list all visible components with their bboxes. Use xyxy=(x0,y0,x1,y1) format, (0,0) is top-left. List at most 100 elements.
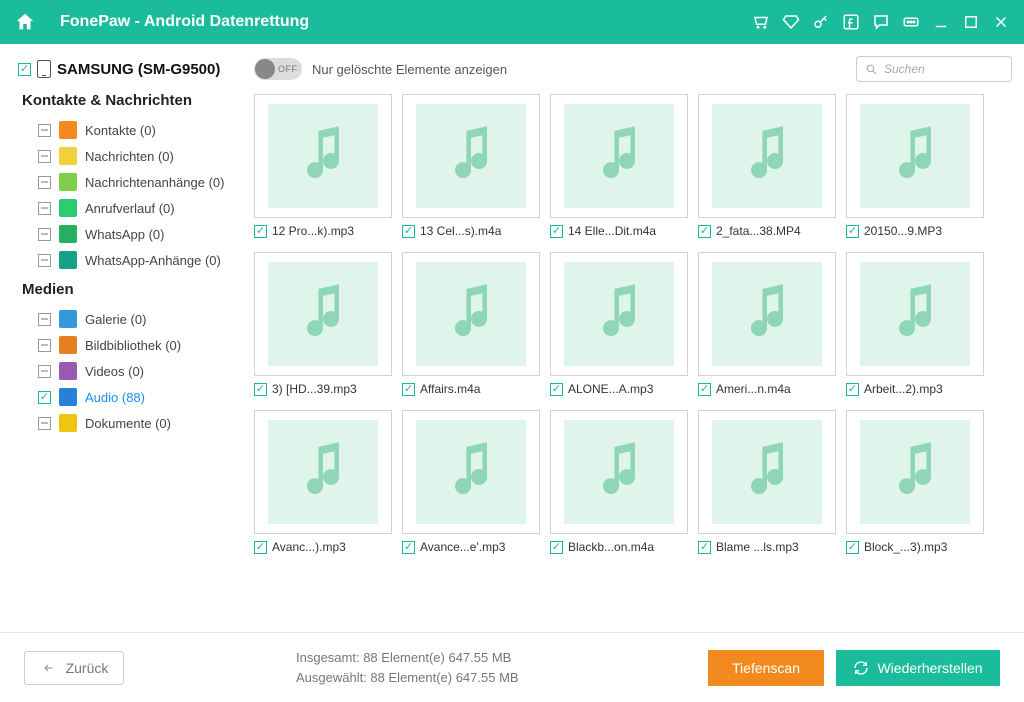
key-icon[interactable] xyxy=(812,13,830,31)
file-checkbox[interactable] xyxy=(698,541,711,554)
sidebar-item[interactable]: Galerie (0) xyxy=(18,306,240,332)
file-item[interactable]: Avanc...).mp3 xyxy=(254,410,392,554)
deepscan-button[interactable]: Tiefenscan xyxy=(708,650,824,686)
facebook-icon[interactable] xyxy=(842,13,860,31)
file-name: 20150...9.MP3 xyxy=(864,224,942,238)
file-item[interactable]: 20150...9.MP3 xyxy=(846,94,984,238)
file-checkbox[interactable] xyxy=(254,541,267,554)
item-checkbox[interactable] xyxy=(38,176,51,189)
item-checkbox[interactable] xyxy=(38,254,51,267)
feedback-icon[interactable] xyxy=(872,13,890,31)
sidebar-item[interactable]: Nachrichtenanhänge (0) xyxy=(18,169,240,195)
file-item[interactable]: 13 Cel...s).m4a xyxy=(402,94,540,238)
file-checkbox[interactable] xyxy=(402,383,415,396)
file-thumbnail[interactable] xyxy=(254,410,392,534)
close-icon[interactable] xyxy=(992,13,1010,31)
file-thumbnail[interactable] xyxy=(550,410,688,534)
file-thumbnail[interactable] xyxy=(698,94,836,218)
file-thumbnail[interactable] xyxy=(846,252,984,376)
file-item[interactable]: 2_fata...38.MP4 xyxy=(698,94,836,238)
file-thumbnail[interactable] xyxy=(550,94,688,218)
sidebar-item[interactable]: Kontakte (0) xyxy=(18,117,240,143)
file-thumbnail[interactable] xyxy=(550,252,688,376)
toolbar: OFF Nur gelöschte Elemente anzeigen Such… xyxy=(248,44,1024,94)
sidebar-item[interactable]: Audio (88) xyxy=(18,384,240,410)
item-checkbox[interactable] xyxy=(38,339,51,352)
category-icon xyxy=(59,336,77,354)
file-checkbox[interactable] xyxy=(254,383,267,396)
file-item[interactable]: Blackb...on.m4a xyxy=(550,410,688,554)
item-checkbox[interactable] xyxy=(38,202,51,215)
item-checkbox[interactable] xyxy=(38,228,51,241)
sidebar-item[interactable]: Anrufverlauf (0) xyxy=(18,195,240,221)
file-thumbnail[interactable] xyxy=(254,94,392,218)
file-thumbnail[interactable] xyxy=(846,94,984,218)
device-checkbox[interactable] xyxy=(18,63,31,76)
back-button[interactable]: Zurück xyxy=(24,651,124,685)
file-thumbnail[interactable] xyxy=(402,252,540,376)
sidebar-item[interactable]: WhatsApp-Anhänge (0) xyxy=(18,247,240,273)
stats-total: Insgesamt: 88 Element(e) 647.55 MB xyxy=(296,648,519,668)
file-item[interactable]: Avance...e'.mp3 xyxy=(402,410,540,554)
music-note-icon xyxy=(295,440,351,504)
recover-button[interactable]: Wiederherstellen xyxy=(836,650,1000,686)
more-icon[interactable] xyxy=(902,13,920,31)
file-item[interactable]: Block_...3).mp3 xyxy=(846,410,984,554)
music-note-icon xyxy=(739,282,795,346)
file-thumbnail[interactable] xyxy=(846,410,984,534)
file-item[interactable]: ALONE...A.mp3 xyxy=(550,252,688,396)
file-item[interactable]: Arbeit...2).mp3 xyxy=(846,252,984,396)
file-checkbox[interactable] xyxy=(846,541,859,554)
file-checkbox[interactable] xyxy=(698,225,711,238)
cart-icon[interactable] xyxy=(752,13,770,31)
home-icon[interactable] xyxy=(14,11,36,33)
file-checkbox[interactable] xyxy=(550,383,563,396)
file-checkbox[interactable] xyxy=(550,225,563,238)
file-name: 12 Pro...k).mp3 xyxy=(272,224,354,238)
item-checkbox[interactable] xyxy=(38,313,51,326)
file-item[interactable]: 12 Pro...k).mp3 xyxy=(254,94,392,238)
sidebar-item[interactable]: Nachrichten (0) xyxy=(18,143,240,169)
item-checkbox[interactable] xyxy=(38,417,51,430)
file-thumbnail[interactable] xyxy=(698,410,836,534)
file-checkbox[interactable] xyxy=(254,225,267,238)
sidebar-item[interactable]: WhatsApp (0) xyxy=(18,221,240,247)
sidebar-item[interactable]: Videos (0) xyxy=(18,358,240,384)
deleted-only-toggle[interactable]: OFF xyxy=(254,58,302,80)
file-checkbox[interactable] xyxy=(846,225,859,238)
file-thumbnail[interactable] xyxy=(402,94,540,218)
file-checkbox[interactable] xyxy=(550,541,563,554)
file-item[interactable]: Blame ...ls.mp3 xyxy=(698,410,836,554)
item-checkbox[interactable] xyxy=(38,150,51,163)
main-panel: OFF Nur gelöschte Elemente anzeigen Such… xyxy=(248,44,1024,632)
file-thumbnail[interactable] xyxy=(698,252,836,376)
section-contacts-header: Kontakte & Nachrichten xyxy=(22,92,240,109)
file-checkbox[interactable] xyxy=(846,383,859,396)
file-name: Avance...e'.mp3 xyxy=(420,540,505,554)
item-checkbox[interactable] xyxy=(38,124,51,137)
sidebar-item[interactable]: Bildbibliothek (0) xyxy=(18,332,240,358)
item-checkbox[interactable] xyxy=(38,365,51,378)
maximize-icon[interactable] xyxy=(962,13,980,31)
arrow-left-icon xyxy=(40,662,58,674)
item-checkbox[interactable] xyxy=(38,391,51,404)
file-checkbox[interactable] xyxy=(402,225,415,238)
file-thumbnail[interactable] xyxy=(254,252,392,376)
file-name: Blame ...ls.mp3 xyxy=(716,540,799,554)
minimize-icon[interactable] xyxy=(932,13,950,31)
search-input[interactable]: Suchen xyxy=(856,56,1012,82)
device-row[interactable]: SAMSUNG (SM-G9500) xyxy=(18,60,240,78)
file-item[interactable]: 14 Elle...Dit.m4a xyxy=(550,94,688,238)
diamond-icon[interactable] xyxy=(782,13,800,31)
file-name: 14 Elle...Dit.m4a xyxy=(568,224,656,238)
file-item[interactable]: Affairs.m4a xyxy=(402,252,540,396)
sidebar-item[interactable]: Dokumente (0) xyxy=(18,410,240,436)
file-item[interactable]: 3) [HD...39.mp3 xyxy=(254,252,392,396)
file-checkbox[interactable] xyxy=(402,541,415,554)
recover-label: Wiederherstellen xyxy=(877,660,982,676)
file-name: Arbeit...2).mp3 xyxy=(864,382,943,396)
file-thumbnail[interactable] xyxy=(402,410,540,534)
file-item[interactable]: Ameri...n.m4a xyxy=(698,252,836,396)
category-icon xyxy=(59,251,77,269)
file-checkbox[interactable] xyxy=(698,383,711,396)
